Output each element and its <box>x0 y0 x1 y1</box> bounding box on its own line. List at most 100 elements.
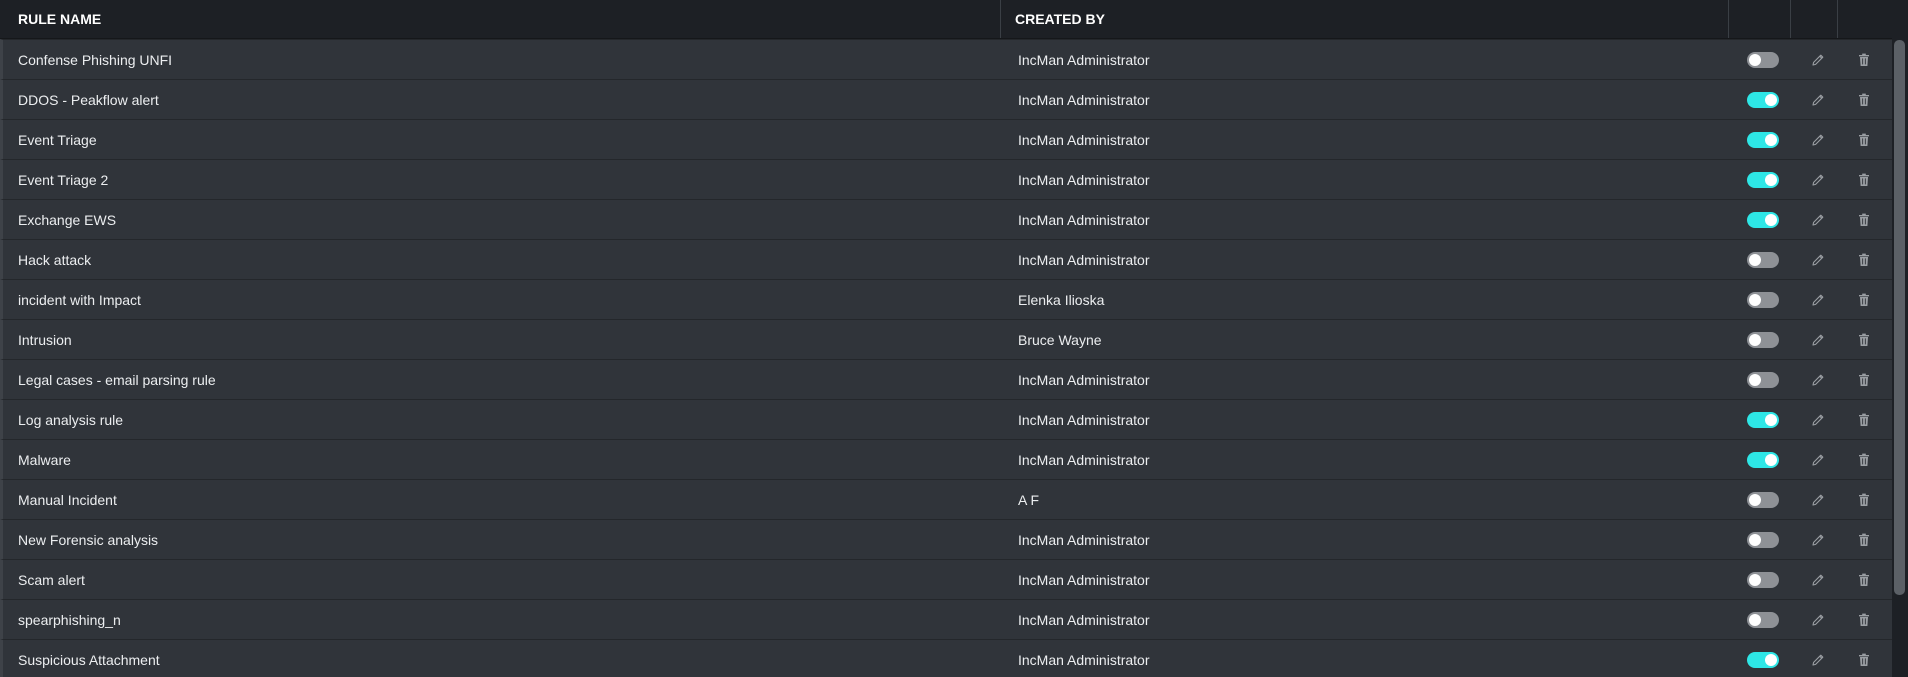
delete-cell <box>1841 531 1887 549</box>
toggle-cell <box>1732 411 1794 428</box>
trash-icon[interactable] <box>1855 171 1873 189</box>
trash-icon[interactable] <box>1855 411 1873 429</box>
rule-enabled-toggle[interactable] <box>1747 251 1779 268</box>
delete-cell <box>1841 51 1887 69</box>
table-row[interactable]: Malware IncMan Administrator <box>0 439 1892 479</box>
pencil-icon[interactable] <box>1809 291 1827 309</box>
rule-enabled-toggle[interactable] <box>1747 531 1779 548</box>
pencil-icon[interactable] <box>1809 611 1827 629</box>
pencil-icon[interactable] <box>1809 211 1827 229</box>
toggle-knob <box>1749 53 1761 66</box>
toggle-cell <box>1732 651 1794 668</box>
rule-name: Manual Incident <box>18 491 117 508</box>
table-row[interactable]: Event Triage IncMan Administrator <box>0 119 1892 159</box>
rule-enabled-toggle[interactable] <box>1747 211 1779 228</box>
delete-cell <box>1841 291 1887 309</box>
rule-creator: IncMan Administrator <box>1018 91 1150 108</box>
rule-enabled-toggle[interactable] <box>1747 611 1779 628</box>
table-row[interactable]: incident with Impact Elenka Ilioska <box>0 279 1892 319</box>
rule-creator: IncMan Administrator <box>1018 611 1150 628</box>
toggle-knob <box>1749 333 1761 346</box>
column-header-created-by[interactable]: CREATED BY <box>1001 0 1729 38</box>
table-row[interactable]: Event Triage 2 IncMan Administrator <box>0 159 1892 199</box>
rule-enabled-toggle[interactable] <box>1747 491 1779 508</box>
toggle-cell <box>1732 51 1794 68</box>
table-row[interactable]: DDOS - Peakflow alert IncMan Administrato… <box>0 79 1892 119</box>
table-row[interactable]: spearphishing_n IncMan Administrator <box>0 599 1892 639</box>
rule-enabled-toggle[interactable] <box>1747 571 1779 588</box>
scrollbar-thumb[interactable] <box>1894 40 1905 595</box>
toggle-knob <box>1765 173 1777 186</box>
trash-icon[interactable] <box>1855 211 1873 229</box>
rule-name: Event Triage 2 <box>18 171 109 188</box>
trash-icon[interactable] <box>1855 611 1873 629</box>
trash-icon[interactable] <box>1855 91 1873 109</box>
toggle-knob <box>1765 133 1777 146</box>
trash-icon[interactable] <box>1855 491 1873 509</box>
toggle-cell <box>1732 171 1794 188</box>
trash-icon[interactable] <box>1855 291 1873 309</box>
rule-enabled-toggle[interactable] <box>1747 451 1779 468</box>
rule-enabled-toggle[interactable] <box>1747 651 1779 668</box>
rule-enabled-toggle[interactable] <box>1747 131 1779 148</box>
edit-cell <box>1794 211 1841 229</box>
rule-enabled-toggle[interactable] <box>1747 91 1779 108</box>
pencil-icon[interactable] <box>1809 491 1827 509</box>
rule-enabled-toggle[interactable] <box>1747 331 1779 348</box>
table-row[interactable]: Manual Incident A F <box>0 479 1892 519</box>
rule-enabled-toggle[interactable] <box>1747 371 1779 388</box>
rule-enabled-toggle[interactable] <box>1747 411 1779 428</box>
toggle-knob <box>1749 253 1761 266</box>
toggle-cell <box>1732 291 1794 308</box>
pencil-icon[interactable] <box>1809 251 1827 269</box>
trash-icon[interactable] <box>1855 51 1873 69</box>
toggle-cell <box>1732 491 1794 508</box>
table-row[interactable]: Hack attack IncMan Administrator <box>0 239 1892 279</box>
pencil-icon[interactable] <box>1809 411 1827 429</box>
pencil-icon[interactable] <box>1809 451 1827 469</box>
rule-creator: IncMan Administrator <box>1018 531 1150 548</box>
table-row[interactable]: Log analysis rule IncMan Administrator <box>0 399 1892 439</box>
pencil-icon[interactable] <box>1809 91 1827 109</box>
trash-icon[interactable] <box>1855 331 1873 349</box>
rule-creator: IncMan Administrator <box>1018 251 1150 268</box>
edit-cell <box>1794 331 1841 349</box>
trash-icon[interactable] <box>1855 131 1873 149</box>
trash-icon[interactable] <box>1855 371 1873 389</box>
table-row[interactable]: Exchange EWS IncMan Administrator <box>0 199 1892 239</box>
pencil-icon[interactable] <box>1809 651 1827 669</box>
table-row[interactable]: Intrusion Bruce Wayne <box>0 319 1892 359</box>
pencil-icon[interactable] <box>1809 331 1827 349</box>
table-row[interactable]: Legal cases - email parsing rule IncMan A… <box>0 359 1892 399</box>
pencil-icon[interactable] <box>1809 531 1827 549</box>
edit-cell <box>1794 171 1841 189</box>
pencil-icon[interactable] <box>1809 131 1827 149</box>
rule-enabled-toggle[interactable] <box>1747 51 1779 68</box>
delete-cell <box>1841 251 1887 269</box>
delete-cell <box>1841 131 1887 149</box>
column-header-rule-name[interactable]: RULE NAME <box>0 0 1001 38</box>
trash-icon[interactable] <box>1855 531 1873 549</box>
rule-creator: IncMan Administrator <box>1018 451 1150 468</box>
edit-cell <box>1794 531 1841 549</box>
vertical-scrollbar[interactable] <box>1892 0 1908 677</box>
table-row[interactable]: New Forensic analysis IncMan Administrato… <box>0 519 1892 559</box>
trash-icon[interactable] <box>1855 251 1873 269</box>
pencil-icon[interactable] <box>1809 371 1827 389</box>
table-body: Confense Phishing UNFI IncMan Administrat… <box>0 39 1892 677</box>
delete-cell <box>1841 451 1887 469</box>
table-row[interactable]: Confense Phishing UNFI IncMan Administrat… <box>0 39 1892 79</box>
rule-enabled-toggle[interactable] <box>1747 291 1779 308</box>
trash-icon[interactable] <box>1855 451 1873 469</box>
pencil-icon[interactable] <box>1809 571 1827 589</box>
toggle-cell <box>1732 211 1794 228</box>
trash-icon[interactable] <box>1855 651 1873 669</box>
rule-name: DDOS - Peakflow alert <box>18 91 159 108</box>
table-row[interactable]: Scam alert IncMan Administrator <box>0 559 1892 599</box>
rule-enabled-toggle[interactable] <box>1747 171 1779 188</box>
pencil-icon[interactable] <box>1809 51 1827 69</box>
edit-cell <box>1794 291 1841 309</box>
table-row[interactable]: Suspicious Attachment IncMan Administrato… <box>0 639 1892 677</box>
pencil-icon[interactable] <box>1809 171 1827 189</box>
trash-icon[interactable] <box>1855 571 1873 589</box>
